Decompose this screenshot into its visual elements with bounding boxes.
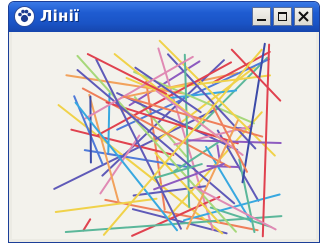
drawn-line (82, 218, 92, 232)
title-bar[interactable]: Лінії (9, 2, 319, 32)
lines-canvas (53, 39, 283, 238)
paw-icon[interactable] (14, 6, 35, 27)
drawn-line (206, 165, 239, 168)
close-button[interactable] (294, 7, 313, 26)
maximize-icon (278, 12, 287, 21)
close-icon (298, 11, 309, 22)
window-title: Лінії (40, 7, 80, 25)
minimize-icon (257, 19, 266, 21)
window-controls (252, 7, 313, 26)
drawn-line (89, 95, 92, 164)
drawn-line (261, 43, 271, 238)
drawn-line (64, 215, 283, 233)
minimize-button[interactable] (252, 7, 271, 26)
maximize-button[interactable] (273, 7, 292, 26)
drawing-area[interactable] (12, 32, 316, 239)
app-window: Лінії (8, 1, 320, 243)
